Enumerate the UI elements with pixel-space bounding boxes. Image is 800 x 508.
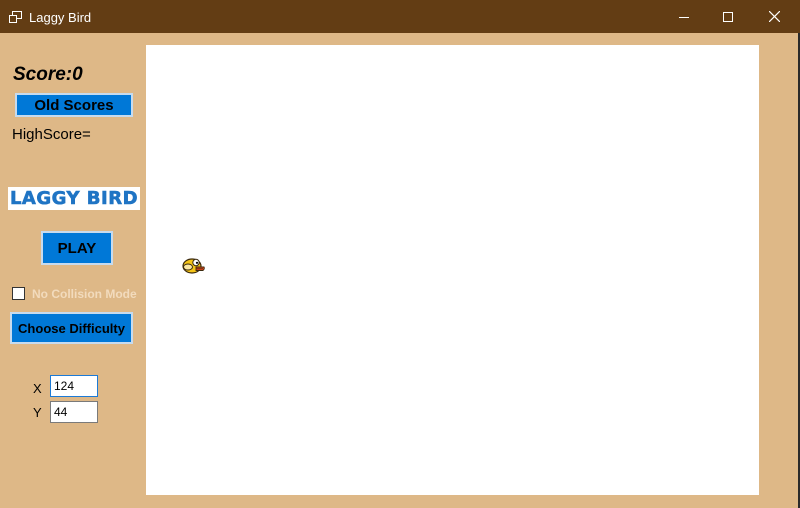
y-label: Y	[33, 405, 42, 420]
close-button[interactable]	[751, 0, 797, 33]
window-title: Laggy Bird	[29, 10, 92, 25]
title-bar[interactable]: Laggy Bird	[0, 0, 800, 33]
flappy-bird-icon	[182, 258, 205, 274]
minimize-button[interactable]	[661, 0, 707, 33]
maximize-button[interactable]	[705, 0, 751, 33]
old-scores-button[interactable]: Old Scores	[15, 93, 133, 117]
no-collision-checkbox[interactable]	[12, 287, 25, 300]
app-icon	[9, 11, 22, 23]
x-input[interactable]	[50, 375, 98, 397]
highscore-label: HighScore=	[12, 126, 91, 143]
play-button[interactable]: PLAY	[41, 231, 113, 265]
logo-text: LAGGY BIRD	[9, 188, 139, 210]
game-logo: LAGGY BIRD	[8, 187, 140, 210]
maximize-icon	[723, 11, 733, 22]
game-window: Laggy Bird Score:0 Old Scores HighScore=…	[0, 0, 800, 508]
y-input[interactable]	[50, 401, 98, 423]
x-label: X	[33, 381, 42, 396]
game-canvas[interactable]	[146, 45, 759, 495]
no-collision-label: No Collision Mode	[32, 287, 137, 301]
choose-difficulty-button[interactable]: Choose Difficulty	[10, 312, 133, 344]
close-icon	[768, 11, 780, 22]
minimize-icon	[679, 16, 689, 18]
score-label: Score:0	[13, 64, 83, 85]
